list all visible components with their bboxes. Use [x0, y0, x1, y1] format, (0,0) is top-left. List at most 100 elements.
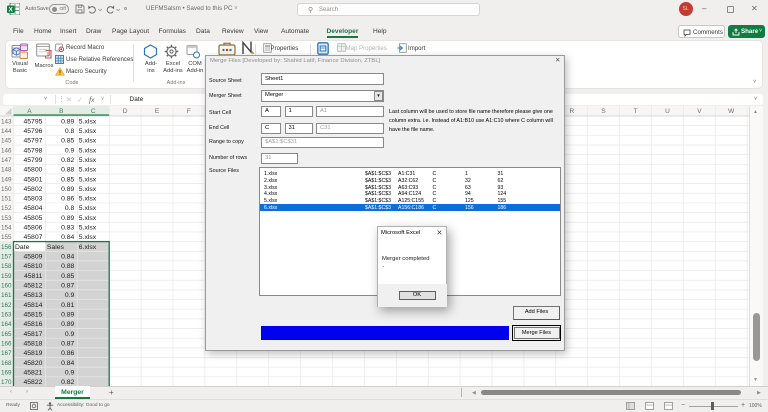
- svg-text:5.xlsx: 5.xlsx: [79, 166, 97, 173]
- svg-text:45815: 45815: [23, 311, 42, 318]
- svg-text:148: 148: [1, 166, 12, 173]
- svg-text:0.87: 0.87: [61, 282, 74, 289]
- svg-text:5.xlsx: 5.xlsx: [79, 185, 97, 192]
- svg-text:45818: 45818: [23, 340, 42, 347]
- svg-text:0.84: 0.84: [61, 359, 74, 366]
- svg-text:5.xlsx: 5.xlsx: [79, 224, 97, 231]
- svg-text:170: 170: [1, 379, 12, 386]
- svg-text:5.xlsx: 5.xlsx: [79, 176, 97, 183]
- svg-text:0.9: 0.9: [65, 369, 75, 376]
- svg-text:W: W: [728, 108, 735, 115]
- svg-text:5.xlsx: 5.xlsx: [79, 127, 97, 134]
- svg-text:150: 150: [1, 185, 12, 192]
- svg-text:R: R: [569, 108, 574, 115]
- svg-text:0.86: 0.86: [61, 350, 74, 357]
- svg-text:143: 143: [1, 118, 12, 125]
- svg-text:45801: 45801: [23, 176, 42, 183]
- svg-text:0.8: 0.8: [65, 127, 75, 134]
- svg-text:45805: 45805: [23, 214, 42, 221]
- svg-text:164: 164: [1, 321, 12, 328]
- svg-text:45817: 45817: [23, 330, 42, 337]
- svg-text:0.9: 0.9: [65, 292, 75, 299]
- svg-text:0.84: 0.84: [61, 253, 74, 260]
- svg-text:Sales: Sales: [47, 243, 65, 250]
- svg-text:45821: 45821: [23, 369, 42, 376]
- svg-text:0.85: 0.85: [61, 272, 74, 279]
- svg-text:169: 169: [1, 369, 12, 376]
- svg-text:153: 153: [1, 214, 12, 221]
- svg-text:0.82: 0.82: [61, 379, 74, 386]
- svg-text:E: E: [155, 108, 160, 115]
- svg-text:0.81: 0.81: [61, 301, 74, 308]
- svg-text:159: 159: [1, 272, 12, 279]
- svg-text:145: 145: [1, 137, 12, 144]
- svg-text:162: 162: [1, 301, 12, 308]
- svg-text:X: X: [9, 6, 14, 13]
- svg-text:168: 168: [1, 359, 12, 366]
- svg-text:45798: 45798: [23, 147, 42, 154]
- svg-text:45799: 45799: [23, 156, 42, 163]
- svg-text:0.89: 0.89: [61, 185, 74, 192]
- svg-text:157: 157: [1, 253, 12, 260]
- svg-text:158: 158: [1, 263, 12, 270]
- svg-text:151: 151: [1, 195, 12, 202]
- svg-text:45810: 45810: [23, 263, 42, 270]
- svg-text:0.82: 0.82: [61, 156, 74, 163]
- svg-text:45822: 45822: [23, 379, 42, 386]
- svg-text:0.89: 0.89: [61, 321, 74, 328]
- svg-text:45811: 45811: [24, 272, 43, 279]
- svg-text:45816: 45816: [23, 321, 42, 328]
- svg-text:45803: 45803: [23, 195, 42, 202]
- svg-text:V: V: [697, 108, 702, 115]
- svg-text:45809: 45809: [23, 253, 42, 260]
- svg-text:161: 161: [1, 292, 12, 299]
- svg-text:0.88: 0.88: [61, 263, 74, 270]
- svg-text:0.87: 0.87: [61, 340, 74, 347]
- svg-text:146: 146: [1, 147, 12, 154]
- svg-text:45812: 45812: [23, 282, 42, 289]
- svg-text:0.86: 0.86: [61, 195, 74, 202]
- svg-text:C: C: [91, 108, 96, 115]
- svg-text:Date: Date: [15, 243, 30, 250]
- svg-text:0.9: 0.9: [65, 330, 75, 337]
- svg-text:5.xlsx: 5.xlsx: [79, 137, 97, 144]
- svg-text:0.89: 0.89: [61, 214, 74, 221]
- svg-text:45796: 45796: [23, 127, 42, 134]
- svg-text:45819: 45819: [23, 350, 42, 357]
- svg-text:U: U: [665, 108, 670, 115]
- svg-text:163: 163: [1, 311, 12, 318]
- svg-text:166: 166: [1, 340, 12, 347]
- svg-text:5.xlsx: 5.xlsx: [79, 156, 97, 163]
- svg-text:0.84: 0.84: [61, 234, 74, 241]
- svg-text:0.89: 0.89: [61, 311, 74, 318]
- svg-text:5.xlsx: 5.xlsx: [79, 195, 97, 202]
- svg-text:F: F: [187, 108, 191, 115]
- svg-text:0.88: 0.88: [61, 166, 74, 173]
- svg-text:B: B: [59, 108, 63, 115]
- svg-text:45813: 45813: [23, 292, 42, 299]
- svg-text:154: 154: [1, 224, 12, 231]
- svg-text:A: A: [27, 108, 32, 115]
- svg-text:0.9: 0.9: [65, 147, 75, 154]
- svg-text:45802: 45802: [23, 185, 42, 192]
- svg-text:45814: 45814: [23, 301, 42, 308]
- svg-text:T: T: [634, 108, 638, 115]
- svg-text:149: 149: [1, 176, 12, 183]
- svg-text:45804: 45804: [23, 205, 42, 212]
- svg-text:5.xlsx: 5.xlsx: [79, 234, 97, 241]
- svg-text:0.8: 0.8: [65, 205, 75, 212]
- svg-text:D: D: [123, 108, 128, 115]
- svg-text:0.83: 0.83: [61, 224, 74, 231]
- svg-text:5.xlsx: 5.xlsx: [79, 118, 97, 125]
- svg-text:0.85: 0.85: [61, 176, 74, 183]
- svg-text:45800: 45800: [23, 166, 42, 173]
- svg-text:156: 156: [1, 243, 12, 250]
- svg-text:45820: 45820: [23, 359, 42, 366]
- svg-text:5.xlsx: 5.xlsx: [79, 214, 97, 221]
- svg-text:144: 144: [1, 127, 12, 134]
- svg-text:45807: 45807: [23, 234, 42, 241]
- svg-text:167: 167: [1, 350, 12, 357]
- svg-text:155: 155: [1, 234, 12, 241]
- svg-text:6.xlsx: 6.xlsx: [79, 243, 97, 250]
- svg-text:45806: 45806: [23, 224, 42, 231]
